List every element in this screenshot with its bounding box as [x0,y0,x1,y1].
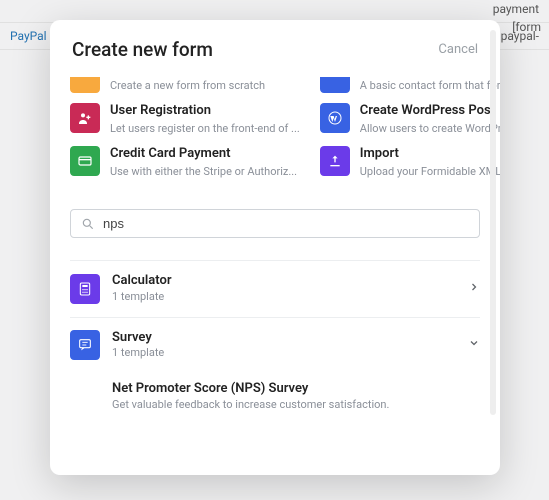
template-title: Import [360,146,500,163]
template-credit-card[interactable]: Credit Card Payment Use with either the … [70,146,300,179]
modal-title: Create new form [72,38,213,61]
bg-col-a: payment [493,2,539,16]
template-desc: Let users register on the front-end of .… [110,122,300,136]
template-blank-form[interactable]: Create a new form from scratch [70,77,300,93]
user-plus-icon [70,103,100,133]
search-icon [81,217,95,231]
template-desc: Create a new form from scratch [110,79,300,93]
template-contact-form[interactable]: A basic contact form that for any Wor... [320,77,500,93]
contact-icon [320,77,350,93]
category-title: Survey [112,330,456,347]
chevron-down-icon [468,337,480,353]
category-sub: 1 template [112,346,456,360]
create-form-modal: Create new form Cancel Create a new form… [50,20,500,475]
calculator-icon [70,274,100,304]
credit-card-icon [70,146,100,176]
category-title: Calculator [112,273,456,290]
template-nps-survey[interactable]: Net Promoter Score (NPS) Survey Get valu… [70,373,480,419]
template-import[interactable]: Import Upload your Formidable XML or CSV… [320,146,500,179]
modal-body: Create a new form from scratch A basic c… [50,77,500,475]
category-calculator[interactable]: Calculator 1 template [70,260,480,316]
search-box[interactable] [70,209,480,238]
template-desc: Use with either the Stripe or Authoriz..… [110,165,300,179]
category-survey[interactable]: Survey 1 template [70,317,480,373]
template-title: Create WordPress Post [360,103,500,120]
sub-item-title: Net Promoter Score (NPS) Survey [112,381,480,396]
cancel-button[interactable]: Cancel [438,42,478,57]
upload-icon [320,146,350,176]
category-list: Calculator 1 template Survey 1 template [70,260,480,418]
template-user-registration[interactable]: User Registration Let users register on … [70,103,300,136]
chevron-right-icon [468,281,480,297]
template-desc: A basic contact form that for any Wor... [360,79,500,93]
search-input[interactable] [103,216,469,231]
category-sub: 1 template [112,290,456,304]
template-wordpress-post[interactable]: Create WordPress Post Allow users to cre… [320,103,500,136]
template-desc: Allow users to create WordPress post... [360,122,500,136]
modal-header: Create new form Cancel [50,20,500,77]
survey-icon [70,330,100,360]
template-title: User Registration [110,103,300,120]
template-title: Credit Card Payment [110,146,300,163]
scrollbar[interactable] [490,30,496,415]
plus-icon [70,77,100,93]
bg-form-label: [form [512,20,541,34]
wordpress-icon [320,103,350,133]
sub-item-desc: Get valuable feedback to increase custom… [112,398,480,411]
template-grid: Create a new form from scratch A basic c… [70,77,480,179]
template-desc: Upload your Formidable XML or CSV ... [360,165,500,179]
